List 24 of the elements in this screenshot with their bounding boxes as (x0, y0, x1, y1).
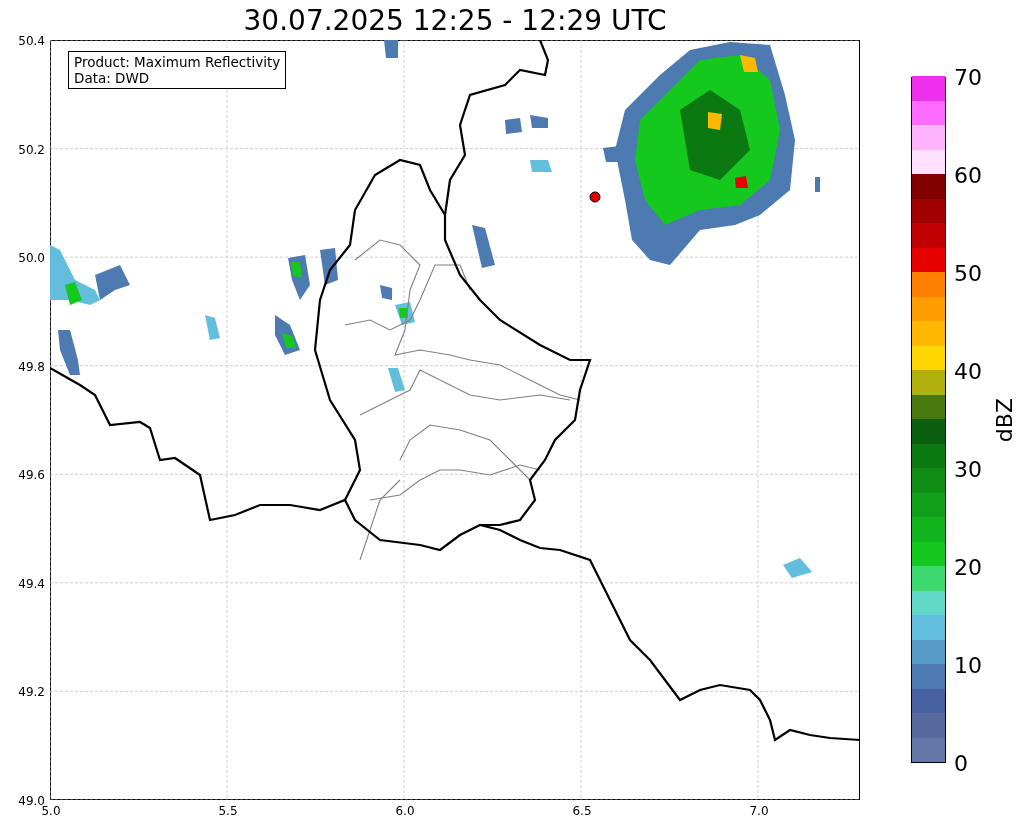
axis-tick-label: 6.5 (572, 804, 592, 818)
colorbar-label: dBZ (992, 398, 1017, 443)
axis-tick-label: 49.2 (18, 685, 45, 700)
axis-tick-label: 50.2 (18, 142, 45, 157)
axis-tick-label: 7.0 (749, 804, 769, 818)
axis-tick-label: 50.4 (18, 34, 45, 48)
colorbar-tick-label: 40 (954, 360, 982, 384)
chart-title: 30.07.2025 12:25 - 12:29 UTC (242, 4, 668, 38)
colorbar-tick-label: 70 (954, 66, 982, 90)
axis-tick-label: 49.4 (18, 576, 45, 591)
colorbar-tick-label: 50 (954, 262, 982, 286)
colorbar-tick-label: 60 (954, 164, 982, 188)
axis-tick-label: 5.5 (218, 804, 238, 818)
colorbar-tick-label: 10 (954, 654, 982, 678)
axis-tick-label: 49.6 (18, 468, 45, 483)
axis-tick-label: 49.8 (18, 359, 45, 374)
radar-site-marker (589, 191, 601, 203)
axis-tick-label: 6.0 (395, 804, 415, 818)
info-text: Product: Maximum Reflectivity (74, 54, 281, 70)
colorbar-tick-label: 20 (954, 556, 982, 580)
info-text: Data: DWD (74, 70, 151, 86)
colorbar-tick-label: 0 (954, 752, 968, 776)
axis-tick-label: 50.0 (18, 251, 45, 266)
colorbar-tick-label: 30 (954, 458, 982, 482)
